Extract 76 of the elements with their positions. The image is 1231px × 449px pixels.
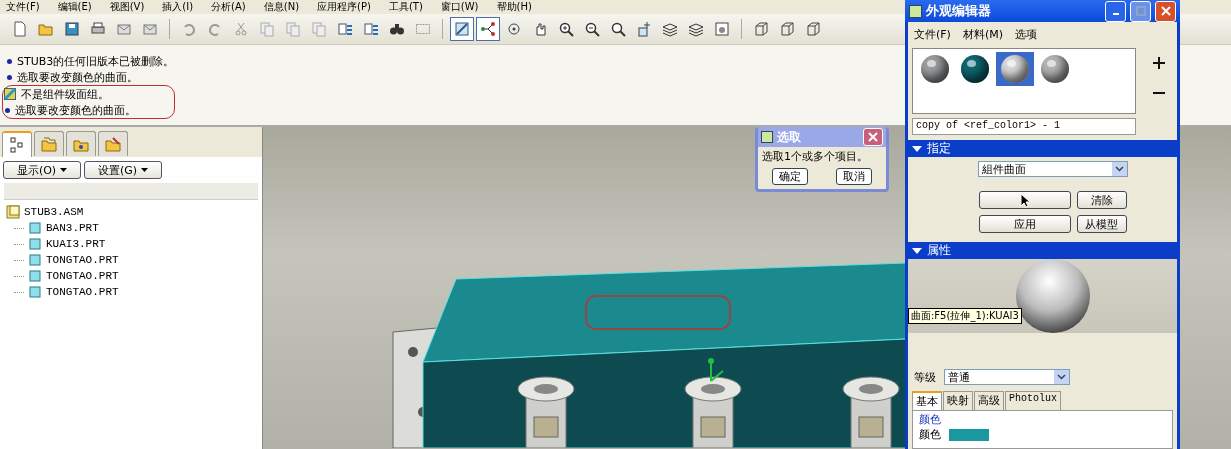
message-text: 选取要改变颜色的曲面。 xyxy=(17,69,138,85)
dropdown-button[interactable]: 设置(G) xyxy=(84,161,162,179)
part-icon xyxy=(28,285,42,299)
part-icon xyxy=(28,269,42,283)
tree-item[interactable]: BAN3.PRT xyxy=(46,222,99,234)
warning-icon xyxy=(4,88,16,100)
bullet-icon xyxy=(7,74,12,80)
network-icon[interactable] xyxy=(476,17,500,41)
dialog-message: 选取1个或多个项目。 xyxy=(761,149,869,165)
tooltip: 曲面:F5(拉伸_1):KUAI3 xyxy=(908,308,1022,324)
menu-item[interactable]: 编辑(E) xyxy=(57,1,92,13)
clear-button[interactable]: 清除 xyxy=(1076,191,1127,209)
section-header[interactable]: 指定 xyxy=(908,140,1177,157)
menu-item[interactable]: 视图(V) xyxy=(109,1,145,13)
tree-item[interactable]: KUAI3.PRT xyxy=(46,238,106,250)
from-model-button[interactable]: 从模型 xyxy=(1076,215,1127,233)
message-text: 不是组件级面组。 xyxy=(21,86,109,102)
part-icon xyxy=(28,237,42,251)
repaint-icon[interactable] xyxy=(450,17,474,41)
part-icon xyxy=(28,221,42,235)
group-title: 颜色 xyxy=(919,413,941,426)
field-label: 颜色 xyxy=(919,427,941,442)
apply-button[interactable]: 应用 xyxy=(978,215,1071,233)
section-header[interactable]: 属性 xyxy=(908,242,1177,259)
menu-item[interactable]: 插入(I) xyxy=(162,1,194,13)
tab[interactable]: Photolux xyxy=(1005,391,1061,410)
chevron-down-icon xyxy=(1111,162,1127,176)
select-button[interactable] xyxy=(978,191,1071,209)
minimize-icon[interactable] xyxy=(1105,0,1126,22)
dialog-button[interactable]: 确定 xyxy=(772,168,808,185)
window-title: 外观编辑器 xyxy=(926,2,992,20)
section-title: 属性 xyxy=(927,242,951,259)
color-swatch[interactable] xyxy=(949,428,989,441)
field-label: 等级 xyxy=(914,369,936,385)
chevron-down-icon xyxy=(1054,370,1069,384)
menu-item[interactable]: 工具(T) xyxy=(388,1,423,13)
menu-item[interactable]: 分析(A) xyxy=(211,1,246,13)
caret-icon xyxy=(141,168,149,172)
menu-item[interactable]: 信息(N) xyxy=(263,1,300,13)
dialog-title: 选取 xyxy=(777,128,802,146)
dropdown-button[interactable]: 显示(O) xyxy=(3,161,81,179)
surface-dropdown[interactable]: 組件曲面 xyxy=(977,161,1128,177)
section-title: 指定 xyxy=(927,140,951,157)
window-icon xyxy=(909,4,922,18)
tree-icon[interactable] xyxy=(2,131,32,157)
bullet-icon xyxy=(7,58,12,64)
tree-item[interactable]: TONGTAO.PRT xyxy=(46,254,119,266)
dialog-button[interactable]: 取消 xyxy=(836,168,872,185)
level-dropdown[interactable]: 普通 xyxy=(944,369,1070,385)
tree-item[interactable]: STUB3.ASM xyxy=(24,206,84,218)
name-field[interactable]: copy of <ref_color1> - 1 xyxy=(912,118,1136,135)
menu-item[interactable]: 应用程序(P) xyxy=(317,1,371,13)
menu-item[interactable]: 文件(F) xyxy=(914,26,951,42)
menu-item[interactable]: 窗口(W) xyxy=(440,1,479,13)
tree-item[interactable]: TONGTAO.PRT xyxy=(46,286,119,298)
message-text: 选取要改变颜色的曲面。 xyxy=(15,102,136,118)
menu-item[interactable]: 选项 xyxy=(1015,26,1037,42)
menu-item[interactable]: 材料(M) xyxy=(962,26,1003,42)
part-icon xyxy=(28,253,42,267)
maximize-icon[interactable] xyxy=(1130,0,1151,22)
tab[interactable]: 高级 xyxy=(974,391,1004,410)
bullet-icon xyxy=(5,107,10,113)
tab[interactable]: 映射 xyxy=(943,391,973,410)
close-icon[interactable] xyxy=(1155,0,1176,22)
window-icon xyxy=(761,131,773,143)
assembly-icon xyxy=(6,205,20,219)
close-icon[interactable] xyxy=(863,128,883,146)
menu-item[interactable]: 文件(F) xyxy=(6,1,40,13)
tools-folder-icon[interactable] xyxy=(98,131,128,156)
caret-icon xyxy=(60,168,68,172)
mouse-cursor-icon xyxy=(1019,192,1030,208)
tree-item[interactable]: TONGTAO.PRT xyxy=(46,270,119,282)
tab[interactable]: 基本 xyxy=(912,391,942,410)
message-text: STUB3的任何旧版本已被删除。 xyxy=(17,53,175,69)
menu-item[interactable]: 帮助(H) xyxy=(496,1,532,13)
add-icon[interactable] xyxy=(1152,56,1166,70)
